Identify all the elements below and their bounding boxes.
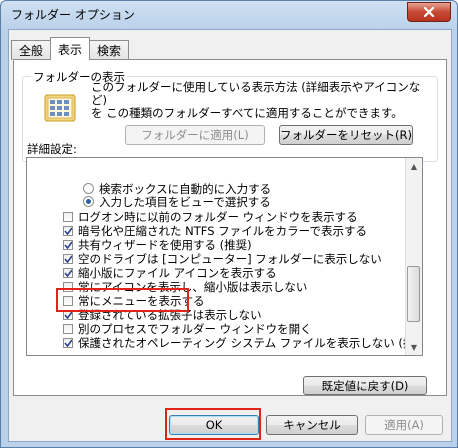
list-item[interactable]: 別のプロセスでフォルダー ウィンドウを開く <box>63 322 312 336</box>
title-bar[interactable]: フォルダー オプション <box>1 1 457 29</box>
list-item[interactable]: 共有ウィザードを使用する (推奨) <box>63 238 252 252</box>
scroll-down-button[interactable]: ▼ <box>406 339 422 355</box>
checkbox[interactable] <box>63 281 73 292</box>
folder-view-icon <box>41 89 79 127</box>
list-item[interactable]: 入力した項目をビューで選択する <box>83 195 271 209</box>
list-item[interactable]: 縮小版にファイル アイコンを表示する <box>63 266 277 280</box>
folder-view-description: このフォルダーに使用している表示方法 (詳細表示やアイコンなど) を この種類の… <box>91 80 421 120</box>
tab-general[interactable]: 全般 <box>11 40 52 60</box>
close-button[interactable] <box>407 2 451 22</box>
checkmark-icon <box>64 339 72 347</box>
checkbox[interactable] <box>63 323 73 334</box>
scroll-up-button[interactable]: ▲ <box>406 158 422 174</box>
restore-defaults-button[interactable]: 既定値に戻す(D) <box>303 376 427 395</box>
checkbox[interactable] <box>63 225 73 236</box>
list-item[interactable]: 空のドライブは [コンピューター] フォルダーに表示しない <box>63 252 382 266</box>
ok-button[interactable]: OK <box>169 415 259 435</box>
list-item[interactable]: 常にアイコンを表示し、縮小版は表示しない <box>63 280 307 294</box>
checkmark-icon <box>64 269 72 277</box>
apply-to-folders-button[interactable]: フォルダーに適用(L) <box>125 125 265 145</box>
checkbox[interactable] <box>63 337 73 348</box>
checkbox[interactable] <box>63 211 73 222</box>
advanced-settings-label: 詳細設定: <box>27 142 77 156</box>
folder-view-group: フォルダーの表示 このフォルダーに使用している表示方法 (詳細表示やアイコンなど… <box>22 69 438 162</box>
radio-button[interactable] <box>83 183 94 194</box>
checkbox[interactable] <box>63 267 73 278</box>
checkbox[interactable] <box>63 295 73 306</box>
chevron-down-icon: ▼ <box>410 342 418 352</box>
advanced-settings-list[interactable]: 検索ボックスに自動的に入力する 入力した項目をビューで選択する ログオン時に以前… <box>26 157 423 356</box>
checkmark-icon <box>64 255 72 263</box>
scroll-thumb[interactable] <box>407 266 420 322</box>
list-item[interactable]: 登録されている拡張子は表示しない <box>63 308 262 322</box>
checkbox[interactable] <box>63 253 73 264</box>
cancel-button[interactable]: キャンセル <box>266 415 358 435</box>
radio-button[interactable] <box>83 196 94 207</box>
list-item[interactable]: 暗号化や圧縮された NTFS ファイルをカラーで表示する <box>63 224 367 238</box>
checkmark-icon <box>64 311 72 319</box>
checkmark-icon <box>64 227 72 235</box>
list-item[interactable]: ログオン時に以前のフォルダー ウィンドウを表示する <box>63 210 358 224</box>
window-title: フォルダー オプション <box>11 8 135 22</box>
vertical-scrollbar[interactable]: ▲ ▼ <box>405 158 422 355</box>
checkmark-icon <box>64 241 72 249</box>
checkbox[interactable] <box>63 239 73 250</box>
tab-bar: 全般 表示 検索 <box>11 37 130 60</box>
list-item[interactable]: 常にメニューを表示する <box>63 294 205 308</box>
tab-view[interactable]: 表示 <box>50 37 91 60</box>
checkbox[interactable] <box>63 309 73 320</box>
reset-folders-button[interactable]: フォルダーをリセット(R) <box>279 125 413 145</box>
folder-options-window: フォルダー オプション 全般 表示 検索 フォルダーの表示 このフォルダーに使用… <box>0 0 458 448</box>
list-item[interactable]: 保護されたオペレーティング システム ファイルを表示しない (推奨) <box>63 336 422 350</box>
apply-button[interactable]: 適用(A) <box>365 415 443 435</box>
tab-search[interactable]: 検索 <box>89 40 130 60</box>
chevron-up-icon: ▲ <box>410 161 418 171</box>
close-icon <box>423 7 435 17</box>
